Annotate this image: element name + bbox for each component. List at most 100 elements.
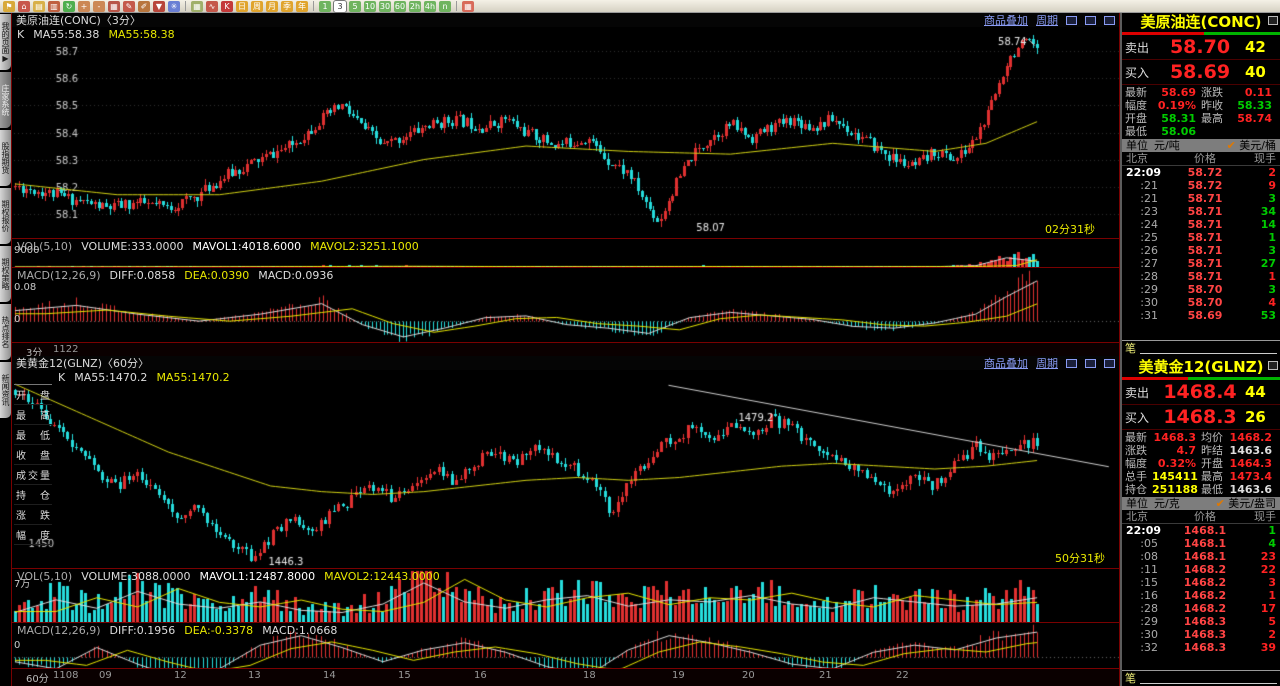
tick-row: 22:09 1468.1 1	[1126, 524, 1276, 537]
toolbar-icon-k-line[interactable]: K	[221, 0, 233, 12]
oil-volume-pane: VOL(5,10) VOLUME:333.0000 MAVOL1:4018.60…	[12, 238, 1119, 267]
quote-info-row: 最新 58.69 涨跌 0.11	[1125, 86, 1272, 99]
gold-tick-list: 22:09 1468.1 1:05 1468.1 4:08 1468.1 23:11 1468…	[1122, 524, 1280, 654]
layout-split-icon[interactable]	[1085, 15, 1096, 25]
layout-grid-icon[interactable]	[1104, 358, 1115, 368]
layout-single-icon[interactable]	[1066, 15, 1077, 25]
oil-period-link[interactable]: 周期	[1036, 12, 1058, 28]
time-axis-label: 18	[583, 670, 596, 681]
layout-grid-icon[interactable]	[1104, 15, 1115, 25]
toolbar-icon-period-quarter[interactable]: 季	[281, 0, 293, 12]
oil-tick-header: 北京 价格 现手	[1122, 152, 1280, 166]
tick-row: :05 1468.1 4	[1140, 537, 1276, 550]
oil-macd-canvas[interactable]	[12, 268, 1119, 342]
toolbar-icon-refresh[interactable]: ↻	[63, 0, 75, 12]
ohlc-label-row: 成交量	[14, 465, 52, 485]
gold-period-label[interactable]: 60分	[26, 670, 49, 685]
toolbar-icon-period-month[interactable]: 月	[266, 0, 278, 12]
toolbar-icon-period-240min[interactable]: 4h	[424, 0, 436, 12]
sidebar-tab-7[interactable]: 新闻资讯	[0, 362, 11, 418]
sidebar-tab-2[interactable]: 庄家系统	[0, 72, 11, 128]
oil-chart-title: 美原油连(CONC)〈3分〉	[16, 14, 141, 27]
toolbar-icon-period-year[interactable]: 年	[296, 0, 308, 12]
gold-quote-title: 美黄金12(GLNZ)	[1122, 358, 1280, 377]
toolbar-icon-notebook[interactable]: ▤	[33, 0, 45, 12]
oil-volume-canvas[interactable]	[12, 239, 1119, 267]
oil-bi-input[interactable]	[1140, 343, 1277, 354]
toolbar-icon-period-custom[interactable]: n	[439, 0, 451, 12]
gold-volume-pane: VOL(5,10) VOLUME:3088.0000 MAVOL1:12487.…	[12, 568, 1119, 622]
toolbar-icon-period-1min[interactable]: 1	[319, 0, 331, 12]
toolbar-icon-zoom-out[interactable]: -	[93, 0, 105, 12]
toolbar-icon-zoom-in[interactable]: +	[78, 0, 90, 12]
oil-buy-qty: 40	[1245, 63, 1266, 81]
toolbar-icon-period-30min[interactable]: 30	[379, 0, 391, 12]
toolbar-icon-calculator[interactable]: ▦	[462, 0, 474, 12]
quote-info-row: 持仓 251188 最低 1463.6	[1125, 483, 1272, 496]
toolbar-icon-period-day[interactable]: 日	[236, 0, 248, 12]
layout-split-icon[interactable]	[1085, 358, 1096, 368]
oil-tick-list: 22:09 58.72 2:21 58.72 9:21 58.71 3:23 58.71 34:…	[1122, 166, 1280, 322]
gold-unit-currency-toggle[interactable]: ✔ 美元/盎司	[1216, 497, 1276, 510]
gold-bi-input[interactable]	[1140, 673, 1277, 684]
chart-area: 美原油连(CONC)〈3分〉 商品叠加 周期 K MA55:58.38 MA55…	[11, 13, 1120, 686]
oil-overlay-link[interactable]: 商品叠加	[984, 12, 1028, 28]
oil-time-axis: 3分 1122	[12, 342, 1119, 359]
tick-row: :15 1468.2 3	[1140, 576, 1276, 589]
tick-row: :24 58.71 14	[1140, 218, 1276, 231]
quote-info-row: 开盘 58.31 最高 58.74	[1125, 112, 1272, 125]
gold-period-link[interactable]: 周期	[1036, 355, 1058, 371]
gold-price-canvas[interactable]	[12, 370, 1119, 568]
gold-bi-bar: 笔	[1122, 670, 1280, 686]
gold-bi-tab[interactable]: 笔	[1125, 673, 1136, 684]
sidebar-tab-6[interactable]: 热点排名	[0, 304, 11, 360]
oil-price-pane: K MA55:58.38 MA55:58.38 02分31秒	[12, 27, 1119, 238]
gold-overlay-link[interactable]: 商品叠加	[984, 355, 1028, 371]
oil-bi-tab[interactable]: 笔	[1125, 343, 1136, 354]
gold-volume-canvas[interactable]	[12, 569, 1119, 622]
time-axis-label: 20	[742, 670, 755, 681]
sidebar-tab-3[interactable]: 股指期货	[0, 130, 11, 186]
gold-buy-row[interactable]: 买入 1468.3 26	[1122, 405, 1280, 430]
sidebar-tab-5[interactable]: 期权策略	[0, 246, 11, 302]
oil-unit-currency-toggle[interactable]: ✔ 美元/桶	[1227, 139, 1276, 152]
toolbar-icon-bookmark[interactable]: ⚑	[3, 0, 15, 12]
toolbar-icon-period-10min[interactable]: 10	[364, 0, 376, 12]
layout-single-icon[interactable]	[1066, 358, 1077, 368]
gold-sell-row[interactable]: 卖出 1468.4 44	[1122, 380, 1280, 405]
toolbar-icon-period-120min[interactable]: 2h	[409, 0, 421, 12]
toolbar-icon-trend-chart[interactable]: ∿	[206, 0, 218, 12]
tick-row: 22:09 58.72 2	[1126, 166, 1276, 179]
quote-info-row: 幅度 0.32% 开盘 1464.3	[1125, 457, 1272, 470]
toolbar-icon-period-5min[interactable]: 5	[349, 0, 361, 12]
tick-row: :28 1468.2 17	[1140, 602, 1276, 615]
tick-row: :31 58.69 53	[1140, 309, 1276, 322]
toolbar-separator	[185, 1, 186, 11]
gold-macd-canvas[interactable]	[12, 623, 1119, 668]
oil-price-canvas[interactable]	[12, 27, 1119, 238]
toolbar-icon-period-week[interactable]: 周	[251, 0, 263, 12]
toolbar-icon-quote-card[interactable]: ▥	[48, 0, 60, 12]
toolbar-icon-draw-pencil[interactable]: ✎	[123, 0, 135, 12]
toolbar-icon-filter[interactable]: ▼	[153, 0, 165, 12]
gold-quote-info-grid: 最新 1468.3 均价 1468.2 涨跌 4.7 昨结 1463.6 幅度 0.32% 开盘 14…	[1122, 430, 1280, 496]
maximize-icon[interactable]	[1268, 16, 1278, 25]
oil-quote-info-grid: 最新 58.69 涨跌 0.11 幅度 0.19% 昨收 58.33 开盘 58.31 最高 58.7…	[1122, 85, 1280, 138]
toolbar-icon-period-3min[interactable]: 3	[334, 0, 346, 12]
sidebar-tab-4[interactable]: 期权报价	[0, 188, 11, 244]
maximize-icon[interactable]	[1268, 361, 1278, 370]
toolbar-icon-draw-brush[interactable]: ✐	[138, 0, 150, 12]
oil-sell-row[interactable]: 卖出 58.70 42	[1122, 35, 1280, 60]
oil-bi-bar: 笔	[1122, 340, 1280, 356]
sidebar-tab-1[interactable]: 我的页面▶	[0, 14, 11, 70]
toolbar-icon-period-60min[interactable]: 60	[394, 0, 406, 12]
tick-row: :29 1468.3 5	[1140, 615, 1276, 628]
toolbar-icon-blocks[interactable]: ▦	[108, 0, 120, 12]
oil-buy-row[interactable]: 买入 58.69 40	[1122, 60, 1280, 85]
gold-sell-qty: 44	[1245, 383, 1266, 401]
tick-row: :23 58.71 34	[1140, 205, 1276, 218]
toolbar-icon-home[interactable]: ⌂	[18, 0, 30, 12]
toolbar-icon-snowflake[interactable]: ✳	[168, 0, 180, 12]
toolbar-icon-quote-table[interactable]: ▦	[191, 0, 203, 12]
tick-row: :21 58.72 9	[1140, 179, 1276, 192]
